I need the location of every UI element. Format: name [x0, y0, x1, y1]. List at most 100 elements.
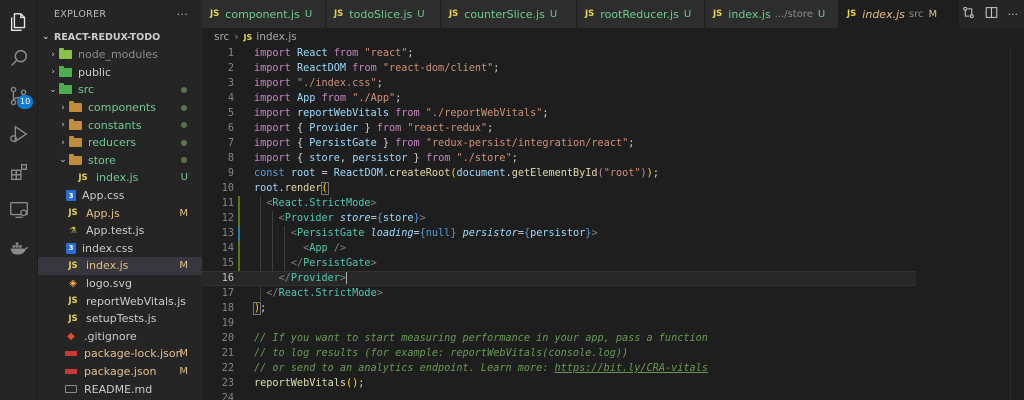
tree-folder-store[interactable]: ⌄ store: [38, 152, 202, 170]
tree-folder-reducers[interactable]: › reducers: [38, 134, 202, 152]
tree-folder-src[interactable]: ⌄ src: [38, 81, 202, 99]
tree-file-app-css[interactable]: 3 App.css: [38, 187, 202, 205]
git-status: M: [179, 348, 188, 360]
tree-label: App.test.js: [86, 224, 145, 238]
code-line: 9 const root = ReactDOM.createRoot(docume…: [227, 168, 659, 179]
breadcrumb-file[interactable]: index.js: [256, 31, 296, 43]
code-line-current: 16 </Provider>: [202, 271, 916, 286]
tab-todo-slice[interactable]: JS todoSlice.js U: [326, 0, 441, 28]
tree-folder-constants[interactable]: › constants: [38, 116, 202, 134]
breadcrumb-folder[interactable]: src: [214, 31, 229, 43]
code-line: 19: [221, 318, 234, 329]
code-line: 14 <App />: [221, 243, 347, 254]
tree-file-gitignore[interactable]: ◆ .gitignore: [38, 328, 202, 346]
tree-folder-node-modules[interactable]: › node_modules: [38, 46, 202, 64]
run-debug-icon[interactable]: [7, 122, 31, 146]
tree-file-app-test-js[interactable]: ⚗ App.test.js: [38, 222, 202, 240]
tree-folder-public[interactable]: › public: [38, 64, 202, 82]
git-status: M: [179, 365, 188, 377]
tree-label: index.css: [82, 241, 134, 255]
workspace-root[interactable]: ⌄ REACT-REDUX-TODO: [38, 28, 202, 46]
tree-file-report-web-vitals[interactable]: JS reportWebVitals.js: [38, 292, 202, 310]
code-line: 17 </React.StrictMode>: [221, 288, 383, 299]
explorer-sidebar: EXPLORER ··· ⌄ REACT-REDUX-TODO › node_m…: [38, 0, 202, 400]
code-line: 2 import ReactDOM from "react-dom/client"…: [227, 63, 500, 74]
public-folder-icon: [58, 65, 72, 78]
remote-explorer-icon[interactable]: [7, 198, 31, 222]
tree-file-logo-svg[interactable]: ◈ logo.svg: [38, 275, 202, 293]
git-status: M: [179, 260, 188, 272]
change-dot: [181, 139, 187, 146]
javascript-file-icon: JS: [847, 9, 857, 19]
npm-file-icon: [64, 365, 78, 377]
tab-path: src: [908, 8, 924, 20]
vertical-scrollbar[interactable]: [1010, 46, 1024, 400]
code-line: 21// to log results (for example: report…: [221, 348, 629, 359]
code-line: 4 import App from "./App";: [227, 93, 402, 104]
node-folder-icon: [58, 48, 72, 61]
code-line: 11 <React.StrictMode>: [221, 198, 377, 209]
chevron-down-icon: ⌄: [59, 155, 67, 166]
tab-counter-slice[interactable]: JS counterSlice.js U: [441, 0, 577, 28]
code-line: 8 import { store, persistor } from "./sto…: [227, 153, 518, 164]
code-line: 5 import reportWebVitals from "./reportWe…: [227, 108, 549, 119]
text-cursor: [346, 272, 348, 284]
search-icon[interactable]: [7, 46, 31, 70]
test-file-icon: ⚗: [69, 225, 77, 236]
tree-file-index-css[interactable]: 3 index.css: [38, 240, 202, 258]
code-line: 1 import React from "react";: [227, 48, 414, 59]
folder-open-icon: [68, 153, 82, 166]
change-dot: [181, 86, 187, 93]
tree-file-setup-tests[interactable]: JS setupTests.js: [38, 310, 202, 328]
tree-label: App.css: [82, 189, 125, 203]
javascript-file-icon: JS: [210, 9, 220, 19]
tab-component-js[interactable]: JS component.js U: [202, 0, 326, 28]
code-editor[interactable]: 1 import React from "react"; 2 import Reac…: [202, 46, 1024, 400]
more-actions-icon[interactable]: ···: [1008, 8, 1019, 21]
code-line: 23 reportWebVitals();: [221, 378, 365, 389]
extensions-icon[interactable]: [7, 160, 31, 184]
split-editor-icon[interactable]: [985, 6, 998, 22]
tab-label: rootReducer.js: [600, 7, 679, 21]
javascript-file-icon: JS: [68, 208, 78, 219]
tab-root-reducer[interactable]: JS rootReducer.js U: [577, 0, 705, 28]
compare-changes-icon[interactable]: [962, 6, 975, 22]
tree-file-readme[interactable]: README.md: [38, 380, 202, 398]
tab-label: counterSlice.js: [464, 7, 545, 21]
code-line: 22// or send to an analytics endpoint. L…: [221, 363, 708, 374]
explorer-icon[interactable]: [7, 10, 31, 34]
tab-label: component.js: [225, 7, 300, 21]
code-line: 18);: [221, 302, 267, 315]
git-status: U: [180, 172, 188, 184]
tab-status: U: [549, 8, 558, 20]
tree-label: logo.svg: [86, 277, 133, 291]
source-control-badge: 10: [17, 95, 34, 109]
tab-store-index[interactable]: JS index.js .../store U: [705, 0, 839, 28]
tree-file-store-index-js[interactable]: JS index.js U: [38, 169, 202, 187]
tree-label: README.md: [84, 382, 153, 396]
git-status: M: [179, 207, 188, 219]
css-file-icon: 3: [66, 242, 76, 254]
tree-label: node_modules: [78, 48, 158, 62]
tree-file-package-json[interactable]: package.json M: [38, 363, 202, 381]
css-file-icon: 3: [66, 190, 76, 202]
javascript-file-icon: JS: [334, 9, 344, 19]
more-actions-icon[interactable]: ···: [177, 8, 188, 21]
code-line: 7 import { PersistGate } from "redux-pers…: [227, 138, 635, 149]
tab-src-index-active[interactable]: JS index.js src M: [839, 0, 959, 28]
javascript-file-icon: JS: [243, 32, 253, 42]
code-line: 20// If you want to start measuring perf…: [221, 333, 708, 344]
workspace-root-label: REACT-REDUX-TODO: [54, 31, 161, 43]
javascript-file-icon: JS: [78, 172, 88, 183]
tab-label: index.js: [862, 7, 905, 21]
folder-icon: [68, 101, 82, 114]
tree-folder-components[interactable]: › components: [38, 99, 202, 117]
tree-file-app-js[interactable]: JS App.js M: [38, 204, 202, 222]
tree-file-package-lock[interactable]: package-lock.json M: [38, 345, 202, 363]
code-line: 13 <PersistGate loading={null} persistor…: [221, 228, 598, 239]
docker-icon[interactable]: [7, 236, 31, 260]
tree-file-src-index-js[interactable]: JS index.js M: [38, 257, 202, 275]
tab-path: .../store: [774, 8, 813, 20]
chevron-right-icon: ›: [61, 120, 65, 131]
npm-file-icon: [64, 348, 78, 360]
